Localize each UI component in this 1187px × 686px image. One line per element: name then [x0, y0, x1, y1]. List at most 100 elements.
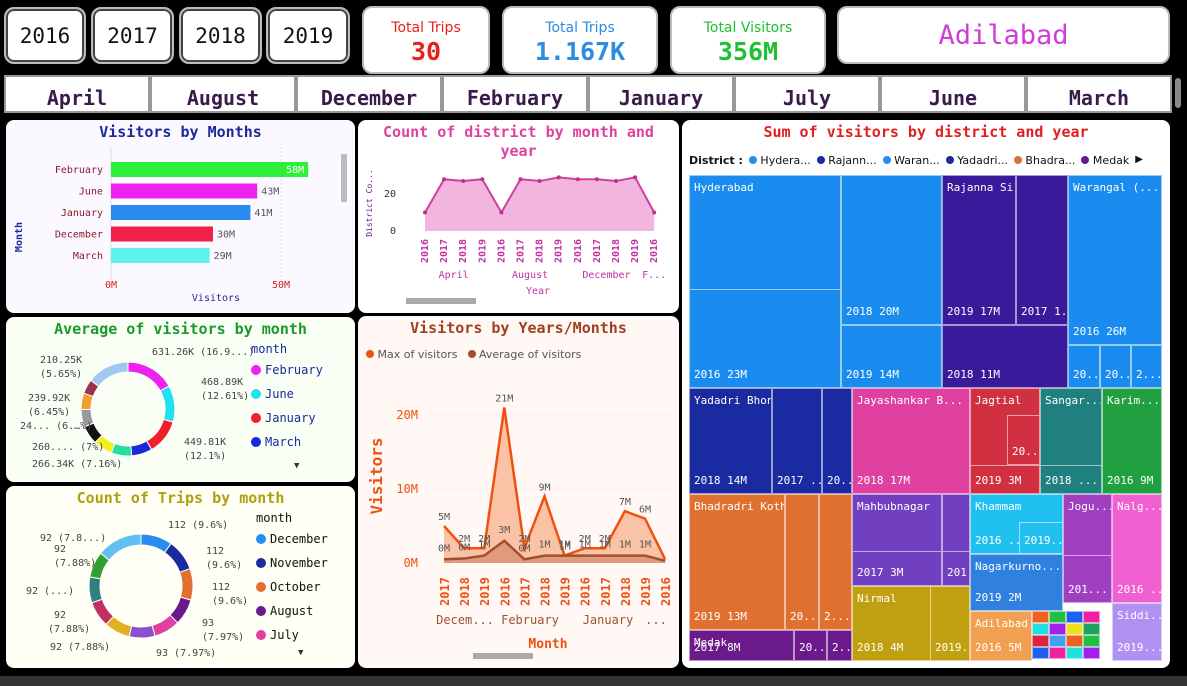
data-point[interactable]	[652, 210, 657, 215]
treemap-tile[interactable]: Warangal (... 2016 26M	[1068, 175, 1162, 345]
donut-slice[interactable]	[145, 418, 174, 451]
donut-slice[interactable]	[127, 361, 170, 392]
treemap-tile-small[interactable]	[1049, 647, 1066, 659]
treemap-tile-small[interactable]	[1083, 623, 1100, 635]
treemap-tile[interactable]: Rajanna Sircil... 2019 17M	[942, 175, 1016, 325]
treemap-tile[interactable]: Karim... 2016 9M	[1102, 388, 1162, 494]
treemap-tile[interactable]: 2019 3M	[970, 465, 1040, 494]
treemap-tile[interactable]: 20...	[1007, 415, 1040, 465]
bar-january[interactable]	[111, 205, 251, 220]
data-point[interactable]	[461, 179, 466, 184]
treemap-tile[interactable]: Medak 2017 8M	[689, 630, 794, 661]
month-button-june[interactable]: June	[880, 75, 1026, 113]
treemap-tile-small[interactable]	[1032, 611, 1049, 623]
legend-item[interactable]: Rajann...	[816, 154, 877, 167]
legend-item[interactable]: Waran...	[882, 154, 940, 167]
legend-item[interactable]: Bhadra...	[1013, 154, 1075, 167]
donut-slice[interactable]	[159, 385, 176, 423]
treemap-tile[interactable]: 2018 20M	[841, 175, 942, 325]
treemap-tile[interactable]: Bhadradri Kothagudem 2019 13M	[689, 494, 785, 630]
treemap-tile-small[interactable]	[1032, 635, 1049, 647]
treemap-tile[interactable]: 2...	[1131, 345, 1162, 388]
treemap-tile[interactable]: 20...	[794, 630, 827, 661]
treemap-tile[interactable]: Siddi... 2019...	[1112, 603, 1162, 661]
month-button-february[interactable]: February	[442, 75, 588, 113]
chart-scrollbar[interactable]	[406, 298, 476, 304]
year-button-2016[interactable]: 2016	[4, 7, 86, 64]
treemap-tile-small[interactable]	[1083, 635, 1100, 647]
legend-item[interactable]: January	[251, 406, 351, 430]
legend-item[interactable]: November	[256, 551, 351, 575]
legend-item[interactable]: Hydera...	[748, 154, 811, 167]
treemap-tile[interactable]: 2017 3M	[852, 551, 942, 586]
treemap-tile-small[interactable]	[1066, 611, 1083, 623]
data-point[interactable]	[499, 210, 504, 215]
treemap-tile[interactable]: 2016 23M	[689, 289, 841, 388]
donut-slice[interactable]	[128, 624, 156, 639]
donut-slice[interactable]	[88, 576, 103, 604]
treemap-tile-small[interactable]	[1083, 647, 1100, 659]
treemap-tile[interactable]: 2018 11M	[942, 325, 1068, 388]
treemap-tile-small[interactable]	[1049, 623, 1066, 635]
legend-scroll-down-icon[interactable]: ▼	[294, 461, 299, 471]
data-point[interactable]	[594, 177, 599, 182]
treemap-tile[interactable]: 201...	[1063, 555, 1112, 603]
legend-item[interactable]: Medak	[1081, 154, 1129, 167]
legend-item[interactable]: February	[251, 358, 351, 382]
data-point[interactable]	[423, 210, 427, 215]
treemap-tile-small[interactable]	[1049, 611, 1066, 623]
legend-item[interactable]: March	[251, 430, 351, 454]
bar-december[interactable]	[111, 226, 213, 242]
month-button-march[interactable]: March	[1026, 75, 1172, 113]
treemap-tile-small[interactable]	[1049, 635, 1066, 647]
treemap-tile[interactable]: Adilabad 2016 5M	[970, 611, 1032, 661]
bar-february[interactable]	[111, 162, 309, 177]
data-point[interactable]	[556, 175, 561, 180]
treemap-tile-small[interactable]	[1032, 623, 1049, 635]
legend-item[interactable]: July	[256, 623, 351, 647]
data-point[interactable]	[537, 179, 542, 184]
treemap-tile-small[interactable]	[1066, 623, 1083, 635]
treemap-tile[interactable]: 20...	[1100, 345, 1131, 388]
treemap-tile-small[interactable]	[1083, 611, 1100, 623]
donut-slice[interactable]	[163, 542, 191, 573]
treemap-tile-small[interactable]	[1066, 647, 1083, 659]
treemap-tile[interactable]: Nagarkurno... 2019 2M	[970, 554, 1063, 611]
data-point[interactable]	[633, 175, 638, 180]
district-selection-card[interactable]: Adilabad	[837, 6, 1170, 64]
donut-slice[interactable]	[99, 533, 142, 561]
data-point[interactable]	[614, 179, 618, 184]
treemap-tile[interactable]: 20...	[822, 388, 852, 494]
treemap-tile[interactable]: 2...	[827, 630, 852, 661]
data-point[interactable]	[518, 177, 523, 182]
month-button-january[interactable]: January	[588, 75, 734, 113]
data-point[interactable]	[480, 177, 485, 182]
legend-item[interactable]: October	[256, 575, 351, 599]
month-button-july[interactable]: July	[734, 75, 880, 113]
legend-next-icon[interactable]: ▶	[1135, 154, 1143, 167]
treemap-tile[interactable]: Yadadri Bhongir 2018 14M	[689, 388, 772, 494]
month-button-december[interactable]: December	[296, 75, 442, 113]
treemap-tile[interactable]: Nalg... 2016 ...	[1112, 494, 1162, 603]
legend-scroll-down-icon[interactable]: ▼	[298, 648, 303, 658]
legend-item[interactable]: Yadadri...	[945, 154, 1008, 167]
treemap-tile-small[interactable]	[1032, 647, 1049, 659]
treemap-tile[interactable]: 2019 14M	[841, 325, 942, 388]
treemap-tile[interactable]: 2018 ...	[1040, 465, 1102, 494]
chart-scrollbar[interactable]	[341, 154, 347, 202]
year-button-2018[interactable]: 2018	[179, 7, 262, 64]
chart-scrollbar[interactable]	[473, 653, 533, 659]
treemap-tile[interactable]: 2017 ...	[772, 388, 822, 494]
month-button-april[interactable]: April	[4, 75, 150, 113]
bar-june[interactable]	[111, 183, 258, 199]
treemap-tile[interactable]: Jayashankar B... 2018 17M	[852, 388, 970, 494]
treemap-tile[interactable]: 20...	[1068, 345, 1100, 388]
donut-slice[interactable]	[90, 361, 129, 388]
year-button-2017[interactable]: 2017	[91, 7, 174, 64]
data-point[interactable]	[442, 177, 447, 182]
treemap-tile[interactable]: 2...	[819, 494, 852, 630]
data-point[interactable]	[575, 177, 580, 182]
treemap-tile[interactable]: 201...	[942, 551, 970, 586]
month-button-august[interactable]: August	[150, 75, 296, 113]
legend-item[interactable]: December	[256, 527, 351, 551]
